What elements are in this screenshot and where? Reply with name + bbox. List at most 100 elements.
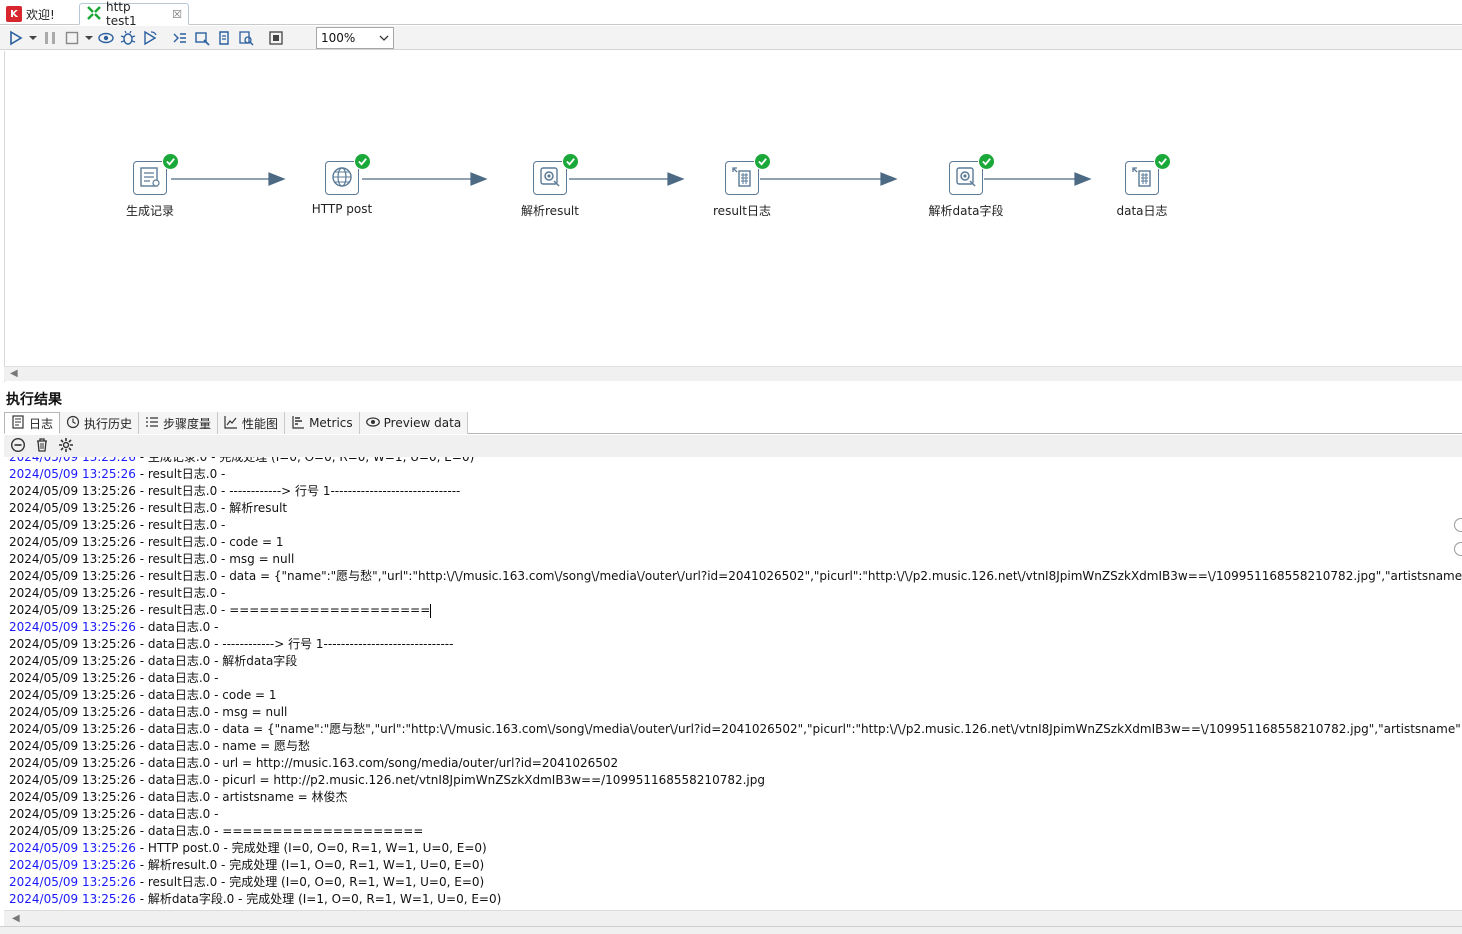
log-timestamp: 2024/05/09 13:25:26 bbox=[9, 858, 136, 872]
side-collapse-handles bbox=[1454, 518, 1462, 566]
step-label: data日志 bbox=[1116, 204, 1168, 218]
step-parse-result[interactable] bbox=[533, 161, 567, 195]
log-timestamp: 2024/05/09 13:25:26 bbox=[9, 773, 136, 787]
log-line: 2024/05/09 13:25:26 - data日志.0 - -------… bbox=[9, 636, 1462, 653]
verify-icon[interactable] bbox=[170, 28, 190, 48]
pause-icon[interactable] bbox=[40, 28, 60, 48]
json-input-icon bbox=[538, 165, 562, 192]
tab-log[interactable]: 日志 bbox=[4, 412, 61, 434]
log-timestamp: 2024/05/09 13:25:26 bbox=[9, 654, 136, 668]
hop-5-arrow-icon bbox=[1074, 172, 1092, 186]
log-toolbar bbox=[4, 435, 1462, 457]
log-message: - data日志.0 - code = 1 bbox=[135, 688, 277, 702]
log-message: - result日志.0 - bbox=[135, 586, 226, 600]
run-dropdown-icon[interactable] bbox=[28, 28, 38, 48]
step-http-post[interactable] bbox=[325, 161, 359, 195]
hop-2-arrow-icon bbox=[470, 172, 488, 186]
tab-metrics[interactable]: Metrics bbox=[285, 412, 360, 434]
tab-step-metrics[interactable]: 步骤度量 bbox=[139, 412, 219, 434]
log-message: - result日志.0 - msg = null bbox=[135, 552, 295, 566]
debug-icon[interactable] bbox=[118, 28, 138, 48]
show-results-icon[interactable] bbox=[266, 28, 286, 48]
run-icon[interactable] bbox=[6, 28, 26, 48]
log-line: 2024/05/09 13:25:26 - data日志.0 - url = h… bbox=[9, 755, 1462, 772]
tab-performance-chart[interactable]: 性能图 bbox=[218, 412, 286, 434]
write-log-icon bbox=[1130, 165, 1154, 192]
log-message: - data日志.0 - data = {"name":"愿与愁","url":… bbox=[135, 722, 1462, 736]
status-edge bbox=[0, 926, 1462, 934]
log-message: - result日志.0 - bbox=[135, 467, 226, 481]
log-timestamp: 2024/05/09 13:25:26 bbox=[9, 875, 136, 889]
log-line: 2024/05/09 13:25:26 - HTTP post.0 - 完成处理… bbox=[9, 840, 1462, 857]
log-message: - data日志.0 - artistsname = 林俊杰 bbox=[135, 790, 348, 804]
write-log-icon bbox=[730, 165, 754, 192]
log-message: - HTTP post.0 - 完成处理 (I=0, O=0, R=1, W=1… bbox=[135, 841, 487, 855]
step-generate-rows[interactable] bbox=[133, 161, 167, 195]
log-message: - result日志.0 - ==================== bbox=[135, 603, 431, 617]
zoom-value: 100% bbox=[321, 31, 356, 45]
log-message: - data日志.0 - name = 愿与愁 bbox=[135, 739, 310, 753]
log-timestamp: 2024/05/09 13:25:26 bbox=[9, 569, 136, 583]
tab-preview-data[interactable]: Preview data bbox=[359, 412, 469, 434]
tab-welcome-label: 欢迎! bbox=[26, 7, 55, 22]
trash-icon[interactable] bbox=[34, 437, 50, 456]
stop-icon[interactable] bbox=[62, 28, 82, 48]
log-horizontal-scrollbar[interactable]: ◀ bbox=[4, 910, 1462, 926]
step-result-log[interactable] bbox=[725, 161, 759, 195]
log-message: - data日志.0 - bbox=[135, 671, 219, 685]
log-timestamp: 2024/05/09 13:25:26 bbox=[9, 467, 136, 481]
text-caret bbox=[430, 603, 432, 618]
log-timestamp: 2024/05/09 13:25:26 bbox=[9, 586, 136, 600]
hop-4-arrow-icon bbox=[880, 172, 898, 186]
step-parse-data-field[interactable] bbox=[949, 161, 983, 195]
log-message: - 生成记录.0 - 完成处理 (I=0, O=0, R=0, W=1, U=0… bbox=[135, 457, 475, 464]
replay-icon[interactable] bbox=[140, 28, 160, 48]
log-line: 2024/05/09 13:25:26 - result日志.0 - =====… bbox=[9, 602, 1462, 619]
step-label: 解析data字段 bbox=[928, 204, 1004, 218]
log-line: 2024/05/09 13:25:26 - data日志.0 - bbox=[9, 670, 1462, 687]
scroll-left-icon[interactable]: ◀ bbox=[10, 368, 18, 379]
tab-history[interactable]: 执行历史 bbox=[60, 412, 140, 434]
log-line: 2024/05/09 13:25:26 - 解析result.0 - 完成处理 … bbox=[9, 857, 1462, 874]
gear-icon[interactable] bbox=[58, 437, 74, 456]
log-line: 2024/05/09 13:25:26 - data日志.0 - picurl … bbox=[9, 772, 1462, 789]
preview-icon[interactable] bbox=[96, 28, 116, 48]
hop-3-arrow-icon bbox=[667, 172, 685, 186]
step-label: 解析result bbox=[521, 204, 579, 218]
log-line: 2024/05/09 13:25:26 - data日志.0 - msg = n… bbox=[9, 704, 1462, 721]
transformation-canvas[interactable]: 生成记录 HTTP post 解析result result日志 解析data字… bbox=[4, 51, 1462, 382]
success-check-icon bbox=[1154, 153, 1171, 170]
tab-welcome[interactable]: K 欢迎! bbox=[0, 3, 78, 25]
log-message: - result日志.0 - ------------> 行号 1-------… bbox=[135, 484, 461, 498]
log-timestamp: 2024/05/09 13:25:26 bbox=[9, 518, 136, 532]
log-lines: 2024/05/09 13:25:26 - 生成记录.0 - 完成处理 (I=0… bbox=[9, 457, 1462, 908]
log-timestamp: 2024/05/09 13:25:26 bbox=[9, 484, 136, 498]
log-line: 2024/05/09 13:25:26 - result日志.0 - data … bbox=[9, 568, 1462, 585]
zoom-select[interactable]: 100% bbox=[316, 27, 394, 49]
tab-metrics-label: Metrics bbox=[309, 416, 353, 430]
log-message: - result日志.0 - 解析result bbox=[135, 501, 288, 515]
log-timestamp: 2024/05/09 13:25:26 bbox=[9, 552, 136, 566]
log-icon bbox=[11, 414, 25, 432]
log-message: - data日志.0 - picurl = http://p2.music.12… bbox=[135, 773, 765, 787]
success-check-icon bbox=[562, 153, 579, 170]
log-output[interactable]: 2024/05/09 13:25:26 - 生成记录.0 - 完成处理 (I=0… bbox=[4, 457, 1462, 910]
canvas-horizontal-scrollbar[interactable]: ◀ bbox=[4, 366, 1462, 381]
minimize-handle-icon[interactable] bbox=[1454, 518, 1462, 532]
log-line: 2024/05/09 13:25:26 - result日志.0 - bbox=[9, 517, 1462, 534]
stop-dropdown-icon[interactable] bbox=[84, 28, 94, 48]
clear-log-icon[interactable] bbox=[10, 437, 26, 456]
explore-db-icon[interactable] bbox=[236, 28, 256, 48]
sql-icon[interactable] bbox=[214, 28, 234, 48]
step-data-log[interactable] bbox=[1125, 161, 1159, 195]
log-message: - data日志.0 - ------------> 行号 1---------… bbox=[135, 637, 454, 651]
close-tab-icon[interactable]: ☒ bbox=[172, 8, 182, 21]
impact-icon[interactable] bbox=[192, 28, 212, 48]
log-line: 2024/05/09 13:25:26 - data日志.0 - code = … bbox=[9, 687, 1462, 704]
scroll-left-icon[interactable]: ◀ bbox=[12, 913, 20, 924]
maximize-handle-icon[interactable] bbox=[1454, 542, 1462, 556]
tab-http-test1[interactable]: http test1 ☒ bbox=[79, 0, 189, 28]
tab-history-label: 执行历史 bbox=[84, 416, 133, 431]
log-line: 2024/05/09 13:25:26 - data日志.0 - bbox=[9, 806, 1462, 823]
json-input-icon bbox=[954, 165, 978, 192]
